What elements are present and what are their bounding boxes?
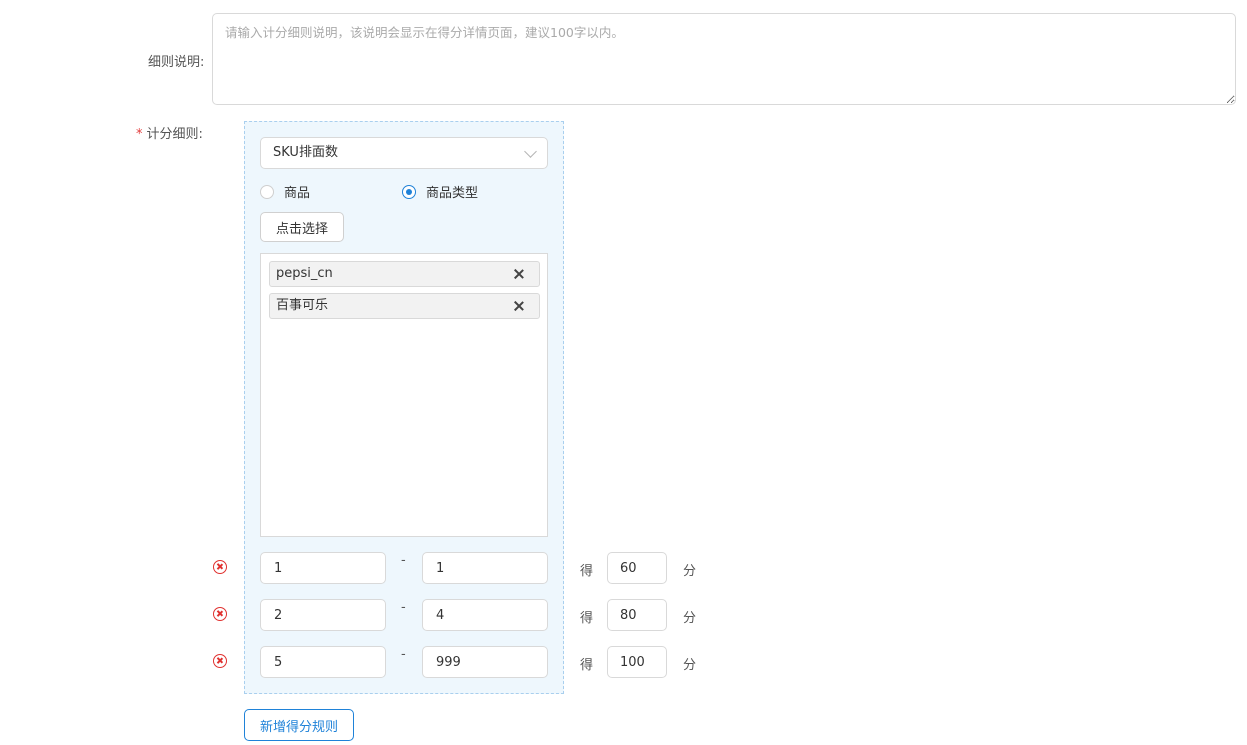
radio-product[interactable]: 商品 [260,182,310,201]
description-textarea[interactable] [212,13,1236,105]
range-from-input[interactable] [260,599,386,631]
range-to-input[interactable] [422,646,548,678]
score-prefix: 得 [580,658,594,673]
range-from-input[interactable] [260,552,386,584]
range-to-input[interactable] [422,552,548,584]
score-suffix: 分 [683,658,697,673]
radio-product-label: 商品 [284,186,311,201]
add-score-rule-button[interactable]: 新增得分规则 [244,709,354,741]
tag-label: 百事可乐 [276,298,329,313]
score-input[interactable] [607,599,667,631]
range-separator: - [401,600,406,615]
score-suffix: 分 [683,611,697,626]
score-input[interactable] [607,552,667,584]
range-from-input[interactable] [260,646,386,678]
remove-circle-icon[interactable] [213,607,227,621]
required-mark: * [136,127,143,142]
description-label: 细则说明: [148,55,205,70]
radio-circle [260,184,274,199]
scoring-rule-form: 细则说明: *计分细则: SKU排面数 商品 商品类型 点击选择 pepsi_c… [0,0,1247,745]
range-to-input[interactable] [422,599,548,631]
rules-label: * 计分细则: [136,123,203,142]
range-separator: - [401,553,406,568]
tag-label: pepsi_cn [276,266,333,281]
radio-product-type-label: 商品类型 [426,186,479,201]
remove-circle-icon[interactable] [213,560,227,574]
remove-circle-icon[interactable] [213,654,227,668]
radio-circle-checked [402,184,416,199]
score-input[interactable] [607,646,667,678]
close-icon[interactable] [513,268,525,280]
metric-select[interactable]: SKU排面数 [260,137,548,169]
range-separator: - [401,647,406,662]
metric-select-value: SKU排面数 [273,145,338,160]
score-prefix: 得 [580,611,594,626]
selected-tag: pepsi_cn [269,261,540,287]
rules-label-text: 计分细则: [146,127,203,142]
close-icon[interactable] [513,300,525,312]
selected-tag: 百事可乐 [269,293,540,319]
selected-tag-list: pepsi_cn 百事可乐 [260,253,548,537]
radio-product-type[interactable]: 商品类型 [402,182,478,201]
score-suffix: 分 [683,564,697,579]
choose-button[interactable]: 点击选择 [260,212,344,242]
chevron-down-icon [524,145,537,158]
score-prefix: 得 [580,564,594,579]
